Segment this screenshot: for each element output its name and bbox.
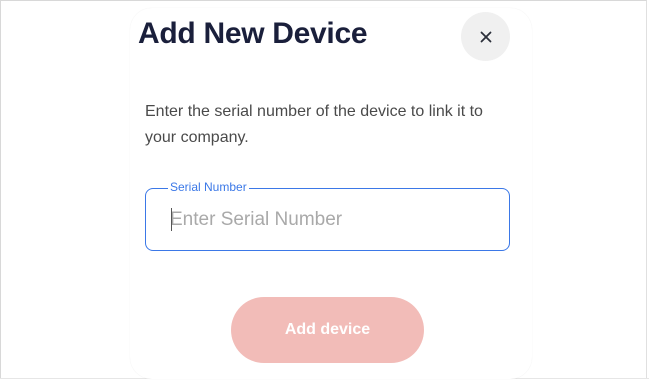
close-icon	[480, 31, 491, 42]
text-cursor	[171, 208, 172, 231]
serial-number-label: Serial Number	[168, 180, 249, 194]
close-button[interactable]	[461, 12, 510, 61]
add-device-button[interactable]: Add device	[231, 297, 424, 363]
dialog-title: Add New Device	[138, 17, 368, 50]
serial-number-input[interactable]	[170, 206, 490, 234]
dialog-description: Enter the serial number of the device to…	[145, 103, 483, 146]
